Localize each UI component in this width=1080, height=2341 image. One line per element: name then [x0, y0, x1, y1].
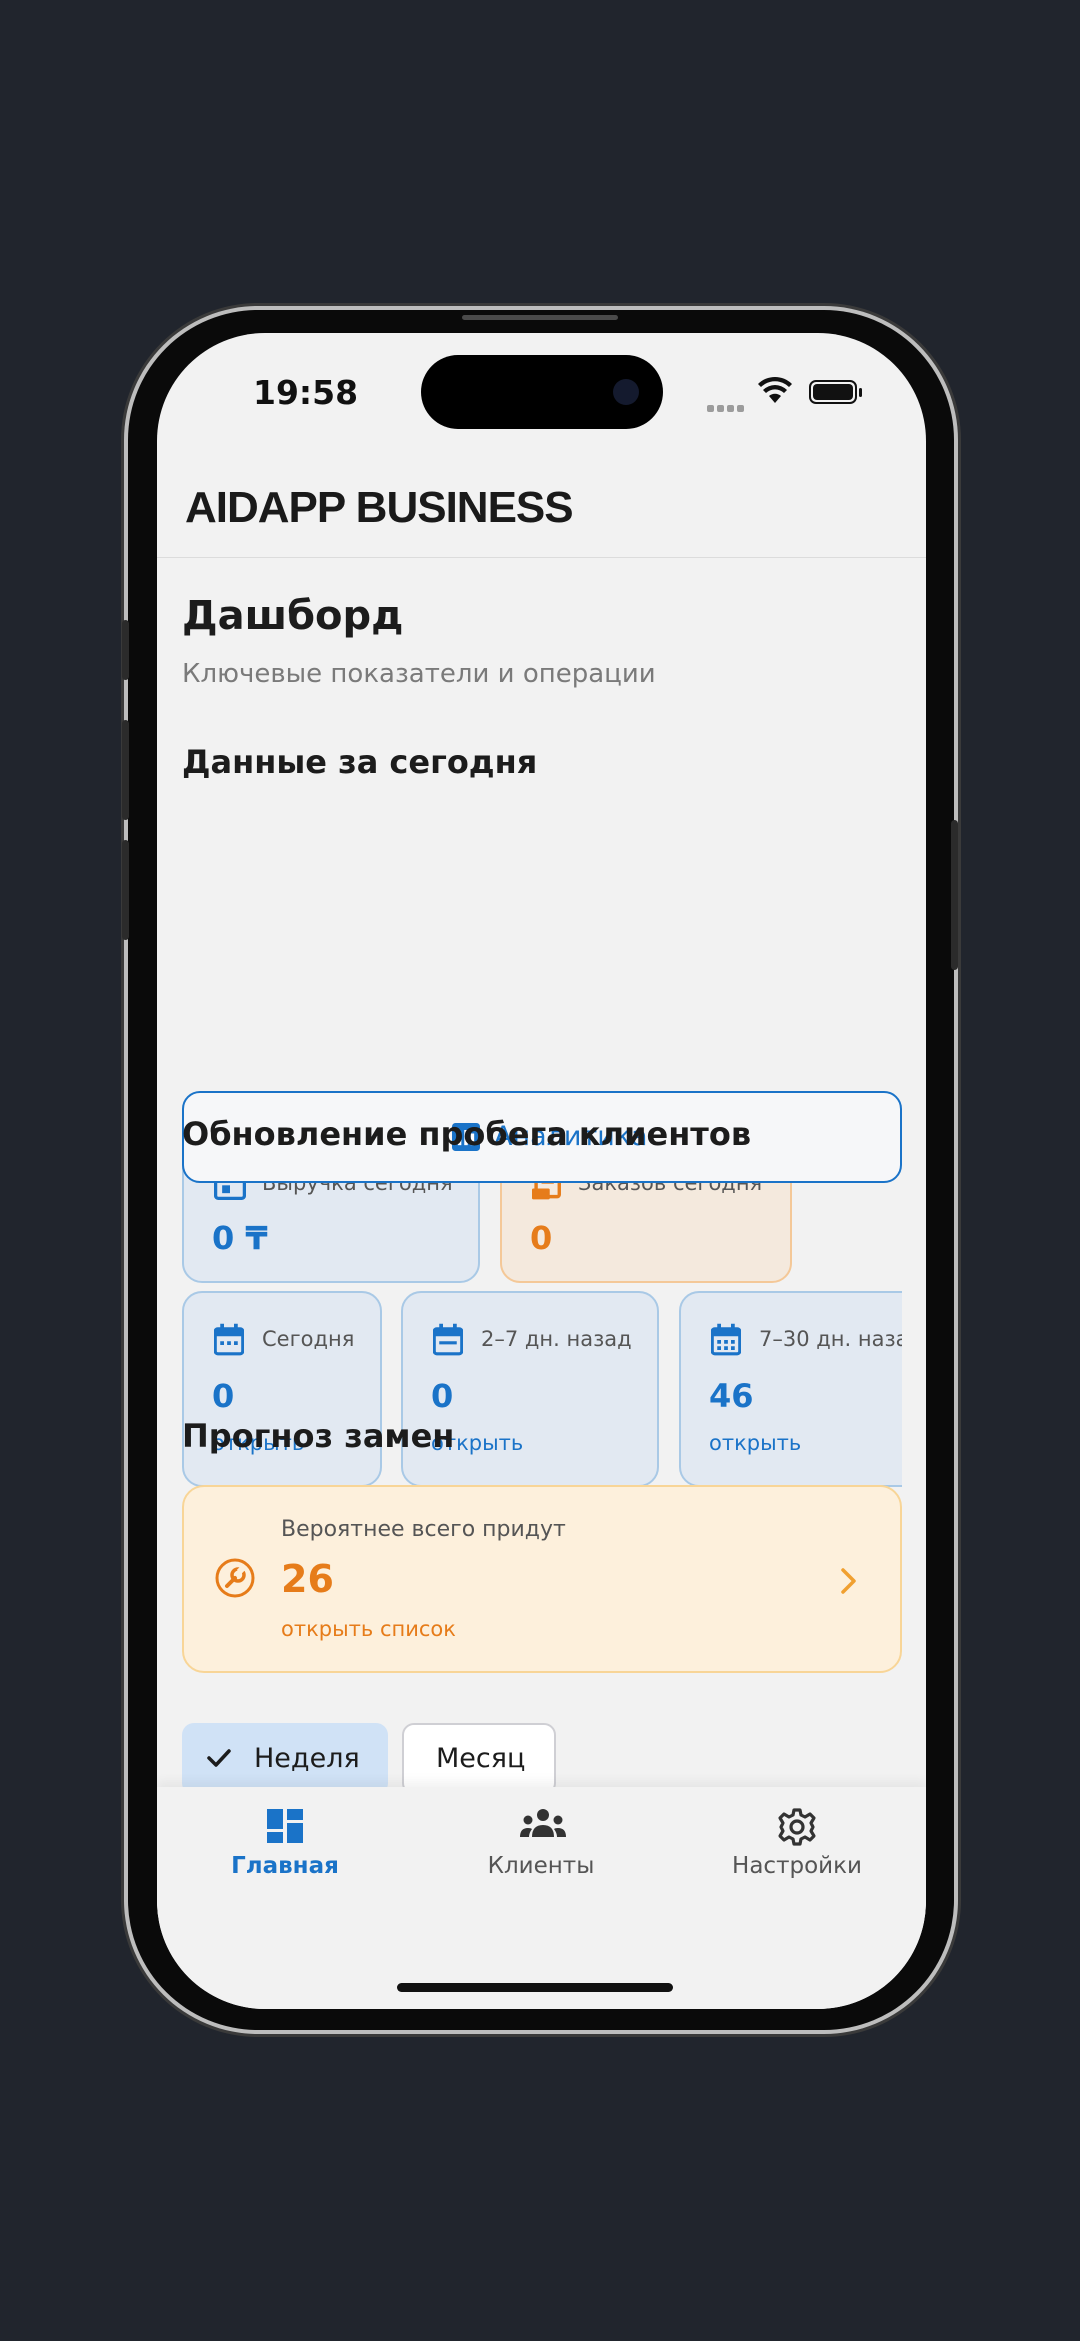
- wifi-icon: [758, 376, 792, 403]
- chevron-right-icon[interactable]: [840, 1567, 858, 1595]
- check-icon: [207, 1749, 231, 1767]
- status-time: 19:58: [253, 373, 359, 412]
- period-chip-label: Неделя: [254, 1743, 360, 1774]
- forecast-card[interactable]: Вероятнее всего придут 26 открыть список: [182, 1485, 902, 1673]
- calendar-icon: [214, 1323, 244, 1356]
- nav-tab-clients[interactable]: Клиенты: [413, 1787, 669, 1897]
- mileage-card-label: 2–7 дн. назад: [481, 1327, 632, 1351]
- cellular-signal-icon: [707, 397, 747, 416]
- wrench-icon: [215, 1558, 255, 1598]
- mileage-card-2-7-days[interactable]: 2–7 дн. назад 0 открыть: [401, 1291, 659, 1487]
- nav-tab-label: Главная: [231, 1853, 339, 1879]
- mileage-card-today[interactable]: Сегодня 0 открыть: [182, 1291, 382, 1487]
- today-heading: Данные за сегодня: [182, 743, 538, 781]
- nav-tab-label: Настройки: [732, 1853, 862, 1879]
- nav-tab-label: Клиенты: [487, 1853, 595, 1879]
- forecast-label: Вероятнее всего придут: [281, 1517, 566, 1542]
- dashboard-icon: [267, 1809, 303, 1843]
- nav-tab-home[interactable]: Главная: [157, 1787, 413, 1897]
- mileage-card-7-30-days[interactable]: 7–30 дн. наза 46 открыть: [679, 1291, 902, 1487]
- speaker-grille: [462, 315, 618, 320]
- forecast-heading: Прогноз замен: [182, 1417, 455, 1455]
- nav-tab-settings[interactable]: Настройки: [669, 1787, 925, 1897]
- calendar-icon: [711, 1323, 741, 1356]
- volume-down-button: [122, 840, 129, 940]
- clients-icon: [520, 1809, 566, 1837]
- revenue-value: 0 ₸: [212, 1219, 268, 1257]
- period-chip-month[interactable]: Месяц: [402, 1723, 556, 1795]
- mileage-card-label: 7–30 дн. наза: [759, 1327, 902, 1351]
- bottom-navigation: Главная Клиенты Настройки: [157, 1787, 926, 2009]
- power-button: [951, 820, 958, 970]
- home-indicator[interactable]: [397, 1983, 673, 1992]
- screen: 19:58 AIDAPP BUSINESS Дашборд Ключевые п…: [157, 333, 926, 2009]
- battery-icon: [809, 380, 862, 404]
- status-bar: 19:58: [157, 333, 926, 443]
- side-button: [122, 620, 129, 680]
- calendar-icon: [433, 1323, 463, 1356]
- mileage-heading: Обновление пробега клиентов: [182, 1115, 752, 1153]
- period-chip-week[interactable]: Неделя: [182, 1723, 388, 1795]
- page-title: Дашборд: [182, 593, 404, 639]
- gear-icon: [778, 1808, 816, 1846]
- period-chip-label: Месяц: [436, 1743, 526, 1774]
- camera-icon: [613, 379, 639, 405]
- orders-value: 0: [530, 1219, 553, 1257]
- volume-up-button: [122, 720, 129, 820]
- mileage-card-value: 46: [709, 1377, 754, 1415]
- dynamic-island: [421, 355, 663, 429]
- page-subtitle: Ключевые показатели и операции: [182, 659, 656, 689]
- mileage-card-label: Сегодня: [262, 1327, 355, 1351]
- mileage-card-open-link[interactable]: открыть: [709, 1431, 801, 1455]
- app-title: AIDAPP BUSINESS: [185, 483, 574, 532]
- mileage-card-value: 0: [431, 1377, 454, 1415]
- mileage-card-value: 0: [212, 1377, 235, 1415]
- forecast-value: 26: [281, 1557, 334, 1601]
- app-bar: AIDAPP BUSINESS: [157, 453, 926, 558]
- mileage-cards-row[interactable]: Сегодня 0 открыть 2–7 дн. назад 0 открыт…: [182, 1291, 902, 1489]
- forecast-open-list-link[interactable]: открыть список: [281, 1617, 456, 1641]
